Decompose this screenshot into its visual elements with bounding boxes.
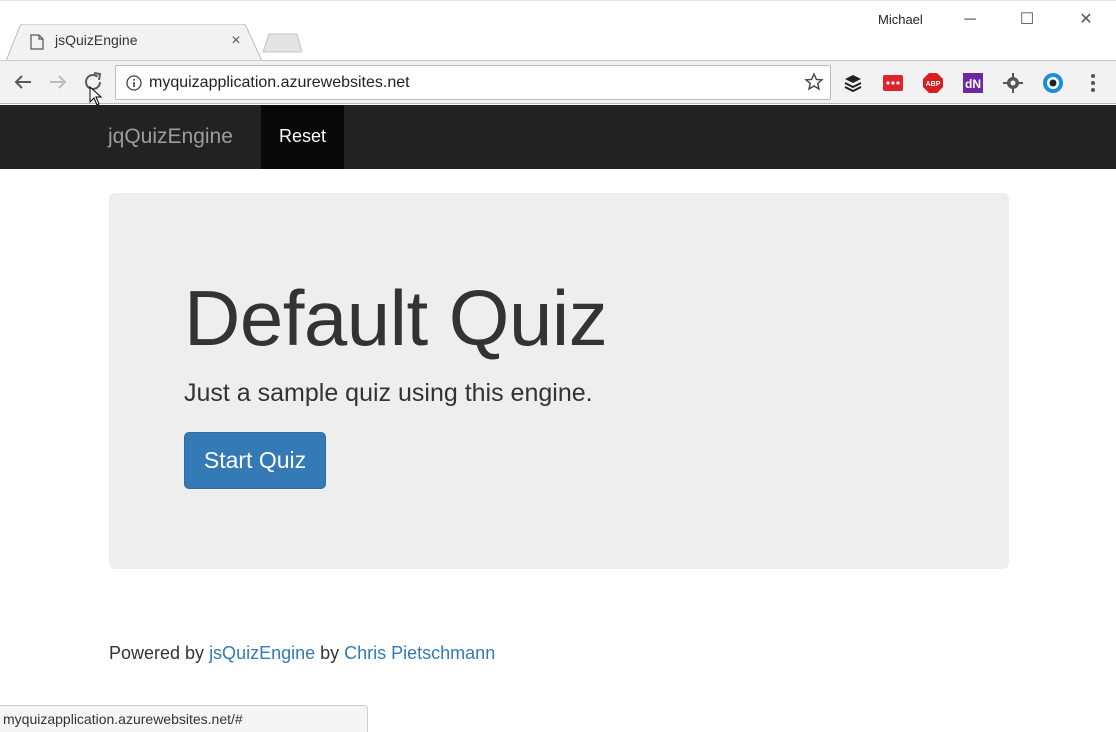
info-icon[interactable] <box>126 75 142 91</box>
close-window-icon[interactable]: ✕ <box>1074 9 1098 31</box>
mouse-cursor-icon <box>89 86 103 106</box>
footer-middle: by <box>315 643 345 663</box>
footer-prefix: Powered by <box>109 643 210 663</box>
footer: Powered by jsQuizEngine by Chris Pietsch… <box>109 643 495 664</box>
bookmark-star-icon[interactable] <box>804 72 824 92</box>
minimize-icon[interactable]: ─ <box>958 9 982 31</box>
layers-icon[interactable] <box>842 72 864 94</box>
status-bar: myquizapplication.azurewebsites.net/# <box>0 705 368 732</box>
profile-name[interactable]: Michael <box>878 12 923 27</box>
browser-titlebar: jsQuizEngine × Michael ─ ☐ ✕ <box>0 0 1116 61</box>
tab-close-icon[interactable]: × <box>228 31 244 51</box>
author-link[interactable]: Chris Pietschmann <box>344 643 495 663</box>
status-url: myquizapplication.azurewebsites.net/# <box>3 711 243 727</box>
back-arrow-icon[interactable] <box>10 69 36 95</box>
jsquizengine-link[interactable]: jsQuizEngine <box>209 643 315 663</box>
tab-title: jsQuizEngine <box>55 32 138 48</box>
browser-toolbar: myquizapplication.azurewebsites.net ABP … <box>0 60 1116 104</box>
quiz-title: Default Quiz <box>184 274 608 362</box>
navbar-brand[interactable]: jqQuizEngine <box>108 125 233 149</box>
site-navbar: jqQuizEngine Reset <box>0 105 1116 169</box>
gear-extension-icon[interactable] <box>1002 72 1024 94</box>
adblock-icon[interactable]: ABP <box>922 72 944 94</box>
adblock-label: ABP <box>926 81 941 88</box>
new-tab-button[interactable] <box>261 33 303 53</box>
url-text[interactable]: myquizapplication.azurewebsites.net <box>149 74 410 92</box>
maximize-icon[interactable]: ☐ <box>1015 9 1039 31</box>
browser-menu-icon[interactable] <box>1086 72 1100 94</box>
page-icon <box>30 34 44 50</box>
globe-icon[interactable] <box>1042 72 1064 94</box>
start-quiz-button[interactable]: Start Quiz <box>184 432 326 489</box>
quiz-subtitle: Just a sample quiz using this engine. <box>184 379 593 407</box>
jumbotron: Default Quiz Just a sample quiz using th… <box>109 193 1009 569</box>
nav-reset-link[interactable]: Reset <box>261 105 344 169</box>
forward-arrow-icon[interactable] <box>45 69 71 95</box>
address-bar[interactable]: myquizapplication.azurewebsites.net <box>115 65 831 100</box>
dn-label: dN <box>965 77 981 91</box>
dn-icon[interactable]: dN <box>962 72 984 94</box>
pocket-icon[interactable] <box>882 72 904 94</box>
